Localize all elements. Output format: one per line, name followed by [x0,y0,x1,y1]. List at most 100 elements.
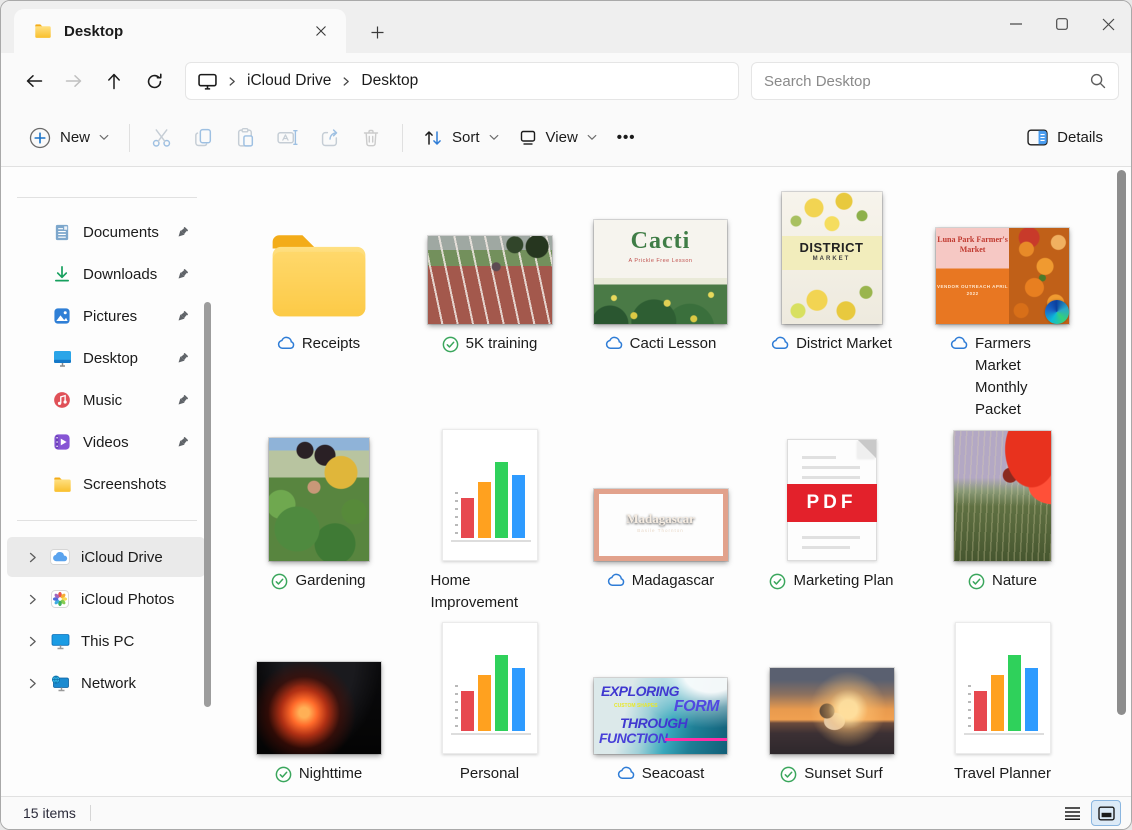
toolbar-separator [129,124,130,152]
file-thumbnail [442,426,538,561]
file-nature[interactable]: Nature [954,426,1051,614]
cut-button[interactable] [140,119,182,157]
details-button[interactable]: Details [1017,121,1113,154]
main-scrollbar[interactable] [1117,170,1126,715]
up-button[interactable] [97,64,131,98]
plus-circle-icon [29,127,51,149]
breadcrumb-desktop[interactable]: Desktop [361,72,418,90]
file-thumbnail [269,426,369,561]
sidebar-item-this-pc[interactable]: This PC [7,621,205,661]
sidebar-item-pictures[interactable]: Pictures [7,296,205,336]
sidebar-item-icloud-drive[interactable]: iCloud Drive [7,537,205,577]
sidebar-item-videos[interactable]: Videos [7,422,205,462]
sidebar-item-label: Downloads [83,266,157,283]
file-gardening[interactable]: Gardening [269,426,369,614]
sidebar-item-network[interactable]: Network [7,663,205,703]
file-nighttime[interactable]: Nighttime [257,619,381,785]
pin-icon [176,268,189,281]
sort-button[interactable]: Sort [413,121,509,155]
navigation-pane: Documents Downloads PicturesDesktopMusicVi… [1,167,219,796]
copy-button[interactable] [182,119,224,157]
refresh-button[interactable] [137,64,171,98]
file-district-market[interactable]: DISTRICTMARKETDistrict Market [771,189,892,421]
new-tab-button[interactable] [360,15,394,49]
file-seacoast[interactable]: EXPLORINGCUSTOM SHAPESFORMTHROUGHFUNCTIO… [594,619,727,785]
thumbnail-text: EXPLORING [601,683,679,699]
pin-icon [176,310,189,323]
file-madagascar[interactable]: MadagascarBasile ThorntonMadagascar [594,426,728,614]
thumbnail-text: THROUGH [620,715,687,731]
file-name: Personal [460,763,519,785]
delete-button[interactable] [350,119,392,157]
breadcrumb-icloud-drive[interactable]: iCloud Drive [247,72,331,90]
tab-desktop[interactable]: Desktop [14,9,346,53]
icloud-drive-icon [45,549,75,565]
forward-button[interactable] [57,64,91,98]
folder-thumbnail [266,226,372,324]
file-thumbnail [954,426,1051,561]
sidebar-item-desktop[interactable]: Desktop [7,338,205,378]
thumbnail-view-button[interactable] [1091,800,1121,826]
file-receipts[interactable]: Receipts [266,189,372,421]
thumbnail-text: Madagascar [599,511,723,527]
file-name: 5K training [466,333,538,355]
gardening-thumbnail [269,438,369,561]
file-marketing-plan[interactable]: PDF Marketing Plan [769,426,893,614]
sidebar-item-music[interactable]: Music [7,380,205,420]
new-button[interactable]: New [19,119,119,157]
details-pane-icon [1027,129,1048,146]
rename-button[interactable] [266,119,308,157]
file-name: Farmers Market Monthly Packet [975,333,1055,421]
sidebar-item-documents[interactable]: Documents [7,212,205,252]
thumbnail-text: PDF [787,484,877,522]
view-button[interactable]: View [509,121,607,154]
file-thumbnail: Luna Park Farmer's MarketVENDOR OUTREACH… [936,189,1069,324]
this-pc-icon [45,633,75,650]
file-name: Cacti Lesson [630,333,717,355]
thumbnail-text: FUNCTION [599,730,667,746]
file-travel-planner[interactable]: Travel Planner [954,619,1051,785]
more-icon: ••• [617,129,636,146]
chevron-right-icon[interactable] [19,552,45,563]
videos-icon [53,433,75,451]
more-button[interactable]: ••• [607,121,646,154]
chevron-right-icon[interactable] [19,678,45,689]
close-tab-icon[interactable] [308,18,334,44]
chevron-right-icon[interactable] [19,636,45,647]
sidebar-scrollbar[interactable] [204,302,211,707]
file-name: Madagascar [632,570,715,592]
close-button[interactable] [1085,1,1131,47]
file-label: Nature [968,570,1037,592]
address-bar[interactable]: iCloud Drive Desktop [185,62,739,100]
search-input[interactable] [764,73,1090,90]
search-box[interactable] [751,62,1119,100]
maximize-button[interactable] [1039,1,1085,47]
file-label: Sunset Surf [780,763,882,785]
sidebar-item-label: iCloud Photos [81,591,174,608]
file-home-improvement[interactable]: Home Improvement [431,426,549,614]
back-button[interactable] [17,64,51,98]
sidebar-item-label: Screenshots [83,476,166,493]
minimize-button[interactable] [993,1,1039,47]
file-name: Sunset Surf [804,763,882,785]
sidebar-item-screenshots[interactable]: Screenshots [7,464,205,504]
file-5k-training[interactable]: 5K training [428,189,552,421]
synced-status-icon [442,336,459,353]
sidebar-item-downloads[interactable]: Downloads [7,254,205,294]
sidebar-item-icloud-photos[interactable]: iCloud Photos [7,579,205,619]
chevron-right-icon [227,76,237,87]
file-farmers-market-monthly-packet[interactable]: Luna Park Farmer's MarketVENDOR OUTREACH… [936,189,1069,421]
list-view-button[interactable] [1057,800,1087,826]
chevron-right-icon [341,76,351,87]
paste-button[interactable] [224,119,266,157]
file-personal[interactable]: Personal [442,619,538,785]
share-button[interactable] [308,119,350,157]
folder-icon [53,476,75,493]
chevron-right-icon[interactable] [19,594,45,605]
file-sunset-surf[interactable]: Sunset Surf [770,619,894,785]
file-cacti-lesson[interactable]: CactiA Prickle Free LessonCacti Lesson [594,189,727,421]
sunset-thumbnail [770,668,894,754]
pin-icon [176,226,189,239]
file-name: Marketing Plan [793,570,893,592]
file-label: Gardening [271,570,365,592]
